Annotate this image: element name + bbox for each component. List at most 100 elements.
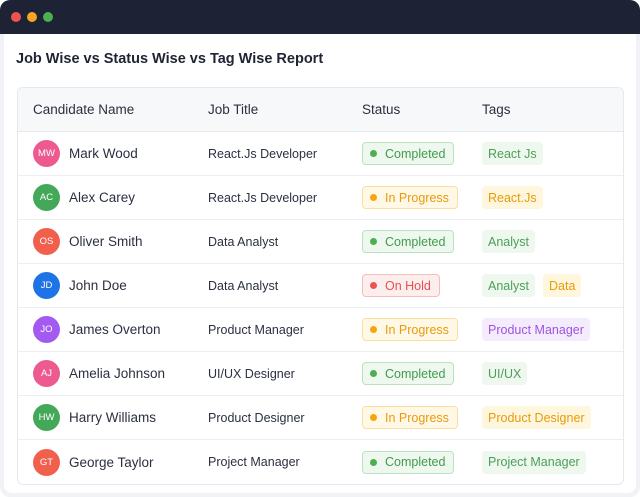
candidate-cell: AC Alex Carey (18, 184, 193, 211)
status-label: Completed (385, 366, 446, 381)
table-row[interactable]: OS Oliver Smith Data Analyst Completed A… (18, 220, 623, 264)
status-dot-icon (370, 150, 377, 157)
candidate-name[interactable]: Alex Carey (69, 190, 135, 205)
avatar[interactable]: GT (33, 448, 60, 476)
tags-cell: UI/UX (467, 362, 623, 385)
avatar[interactable]: HW (33, 404, 60, 431)
status-cell: Completed (347, 450, 467, 474)
window-titlebar (0, 0, 640, 34)
candidate-name[interactable]: George Taylor (69, 455, 154, 470)
status-dot-icon (370, 458, 377, 466)
status-cell: Completed (347, 362, 467, 385)
status-label: Completed (385, 146, 446, 161)
tags-cell: React Js (467, 142, 623, 165)
status-label: Completed (385, 234, 446, 249)
tag-badge[interactable]: React Js (482, 142, 543, 165)
candidate-name[interactable]: Amelia Johnson (69, 366, 165, 381)
header-candidate-name[interactable]: Candidate Name (18, 102, 193, 117)
status-cell: In Progress (347, 406, 467, 429)
status-badge[interactable]: On Hold (362, 274, 440, 297)
candidate-name[interactable]: John Doe (69, 278, 127, 293)
status-dot-icon (370, 194, 377, 201)
status-label: Completed (385, 455, 446, 469)
tag-badge[interactable]: UI/UX (482, 362, 528, 385)
status-label: On Hold (385, 278, 431, 293)
table-body: MW Mark Wood React.Js Developer Complete… (18, 132, 623, 484)
status-label: In Progress (385, 410, 449, 425)
header-job-title[interactable]: Job Title (193, 102, 347, 117)
status-cell: On Hold (347, 274, 467, 297)
job-title: Product Designer (208, 410, 305, 425)
job-title: Data Analyst (208, 234, 279, 249)
status-cell: In Progress (347, 186, 467, 209)
job-title: Project Manager (208, 455, 300, 469)
avatar[interactable]: MW (33, 140, 60, 167)
tag-badge[interactable]: Product Designer (482, 406, 591, 429)
candidate-cell: HW Harry Williams (18, 404, 193, 431)
status-dot-icon (370, 238, 377, 245)
page-title: Job Wise vs Status Wise vs Tag Wise Repo… (16, 51, 324, 67)
avatar[interactable]: JD (33, 272, 60, 299)
header-tags[interactable]: Tags (467, 102, 623, 117)
status-badge[interactable]: Completed (362, 230, 455, 253)
job-title: Data Analyst (208, 278, 279, 293)
tags-cell: React.Js (467, 186, 623, 209)
job-title: UI/UX Designer (208, 366, 295, 381)
status-cell: Completed (347, 230, 467, 253)
tags-cell: Product Designer (467, 406, 623, 429)
app-window: Job Wise vs Status Wise vs Tag Wise Repo… (0, 0, 640, 497)
tags-cell: Product Manager (467, 318, 623, 341)
status-dot-icon (370, 326, 377, 333)
candidate-name[interactable]: Harry Williams (69, 410, 156, 425)
table-row[interactable]: GT George Taylor Project Manager Complet… (18, 440, 623, 484)
job-title: Product Manager (208, 322, 304, 337)
table-row[interactable]: AJ Amelia Johnson UI/UX Designer Complet… (18, 352, 623, 396)
tag-badge[interactable]: Analyst (482, 274, 535, 297)
status-label: In Progress (385, 190, 449, 205)
candidate-name[interactable]: James Overton (69, 322, 161, 337)
status-cell: In Progress (347, 318, 467, 341)
table-row[interactable]: JD John Doe Data Analyst On Hold Analyst… (18, 264, 623, 308)
status-cell: Completed (347, 142, 467, 165)
avatar[interactable]: AC (33, 184, 60, 211)
avatar[interactable]: JO (33, 316, 60, 343)
tag-badge[interactable]: Data (543, 274, 582, 297)
maximize-window-dot[interactable] (43, 12, 53, 22)
status-badge[interactable]: In Progress (362, 406, 458, 429)
table-row[interactable]: MW Mark Wood React.Js Developer Complete… (18, 132, 623, 176)
report-panel: Job Wise vs Status Wise vs Tag Wise Repo… (4, 34, 636, 493)
job-title: React.Js Developer (208, 146, 318, 161)
tag-badge[interactable]: Analyst (482, 230, 535, 253)
candidate-cell: OS Oliver Smith (18, 228, 193, 255)
status-badge[interactable]: Completed (362, 450, 455, 474)
status-dot-icon (370, 370, 377, 377)
status-badge[interactable]: In Progress (362, 186, 458, 209)
avatar[interactable]: AJ (33, 360, 60, 387)
table-row[interactable]: AC Alex Carey React.Js Developer In Prog… (18, 176, 623, 220)
candidate-cell: AJ Amelia Johnson (18, 360, 193, 387)
status-dot-icon (370, 282, 377, 289)
tag-badge[interactable]: Project Manager (482, 450, 586, 474)
tags-cell: Analyst (467, 230, 623, 253)
header-status[interactable]: Status (347, 102, 467, 117)
status-label: In Progress (385, 322, 449, 337)
status-badge[interactable]: Completed (362, 142, 455, 165)
tag-badge[interactable]: React.Js (482, 186, 543, 209)
candidate-cell: JO James Overton (18, 316, 193, 343)
avatar[interactable]: OS (33, 228, 60, 255)
table-row[interactable]: HW Harry Williams Product Designer In Pr… (18, 396, 623, 440)
close-window-dot[interactable] (11, 12, 21, 22)
table-row[interactable]: JO James Overton Product Manager In Prog… (18, 308, 623, 352)
candidate-name[interactable]: Mark Wood (69, 146, 138, 161)
table-header: Candidate Name Job Title Status Tags (18, 88, 623, 132)
report-table: Candidate Name Job Title Status Tags MW … (17, 87, 624, 485)
job-title: React.Js Developer (208, 190, 318, 205)
tags-cell: Project Manager (467, 450, 623, 474)
candidate-cell: JD John Doe (18, 272, 193, 299)
status-badge[interactable]: Completed (362, 362, 455, 385)
status-badge[interactable]: In Progress (362, 318, 458, 341)
tag-badge[interactable]: Product Manager (482, 318, 590, 341)
candidate-name[interactable]: Oliver Smith (69, 234, 143, 249)
minimize-window-dot[interactable] (27, 12, 37, 22)
candidate-cell: MW Mark Wood (18, 140, 193, 167)
